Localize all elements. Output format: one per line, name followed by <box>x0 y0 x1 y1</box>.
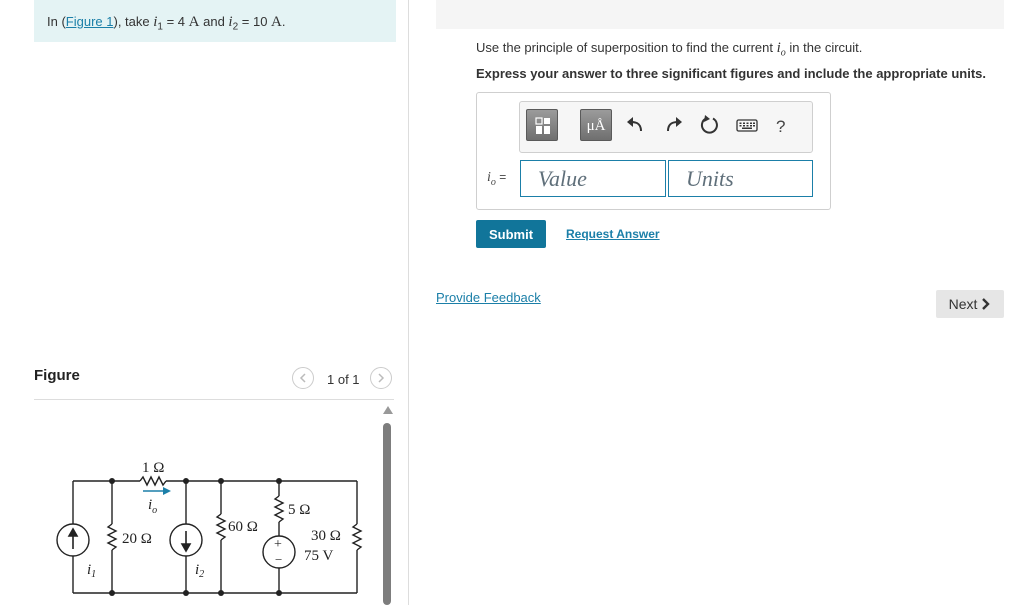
provide-feedback-link[interactable]: Provide Feedback <box>436 290 541 305</box>
chevron-right-icon <box>378 373 385 383</box>
help-button[interactable]: ? <box>776 117 785 137</box>
figure-divider <box>34 399 394 400</box>
problem-text-and: and <box>199 14 229 29</box>
answer-format-instruction: Express your answer to three significant… <box>476 66 986 81</box>
io-current-label: io <box>148 497 157 516</box>
scroll-up-arrow[interactable] <box>383 406 393 414</box>
i2-value: = 10 <box>238 14 272 29</box>
templates-button[interactable] <box>526 109 558 141</box>
voltage-source-label: 75 V <box>304 548 333 564</box>
circuit-diagram: 1 Ω io 20 Ω 60 Ω 5 Ω 30 Ω 75 V + − i1 i2 <box>56 460 363 596</box>
reset-icon[interactable] <box>698 113 722 137</box>
figure-scrollbar-thumb[interactable] <box>383 423 391 605</box>
next-button-label: Next <box>948 296 978 312</box>
value-input[interactable] <box>520 160 666 197</box>
part-instruction: Use the principle of superposition to fi… <box>476 40 862 59</box>
i1-source-label: i1 <box>87 562 96 580</box>
instruction-prefix: Use the principle of superposition to fi… <box>476 40 777 55</box>
figure-title: Figure <box>34 367 80 384</box>
voltage-minus-sign: − <box>275 552 282 567</box>
panel-divider <box>408 0 409 605</box>
keyboard-icon[interactable] <box>735 113 759 137</box>
problem-text-middle: ), take <box>113 14 154 29</box>
undo-icon[interactable] <box>623 113 647 137</box>
figure-next-button[interactable] <box>370 367 392 389</box>
figure-prev-button[interactable] <box>292 367 314 389</box>
request-answer-link[interactable]: Request Answer <box>566 227 660 241</box>
figure-1-link[interactable]: Figure 1 <box>66 14 114 29</box>
redo-icon[interactable] <box>662 113 686 137</box>
i2-source-label: i2 <box>195 562 204 580</box>
units-button[interactable]: μÅ <box>580 109 612 141</box>
i1-unit: A <box>188 14 200 30</box>
resistor-5-ohm-label: 5 Ω <box>288 502 310 518</box>
next-button[interactable]: Next <box>936 290 1004 318</box>
templates-icon <box>535 117 550 134</box>
figure-pager: 1 of 1 <box>327 372 360 387</box>
voltage-plus-sign: + <box>274 537 282 552</box>
part-header <box>436 0 1004 29</box>
problem-text-prefix: In ( <box>47 14 66 29</box>
i1-value: = 4 <box>162 14 189 29</box>
resistor-1-ohm-label: 1 Ω <box>142 460 164 476</box>
resistor-60-ohm-label: 60 Ω <box>228 519 258 535</box>
resistor-30-ohm-label: 30 Ω <box>311 528 341 544</box>
chevron-right-icon <box>982 298 991 310</box>
answer-label-equals: = <box>495 170 507 184</box>
i2-unit: A <box>271 14 282 30</box>
chevron-left-icon <box>299 373 306 383</box>
submit-button[interactable]: Submit <box>476 220 546 248</box>
instruction-suffix: in the circuit. <box>785 40 863 55</box>
answer-label: io = <box>487 170 506 188</box>
units-input[interactable] <box>668 160 813 197</box>
problem-text-period: . <box>281 14 286 29</box>
problem-statement: In (Figure 1), take i1 = 4 A and i2 = 10… <box>47 14 286 33</box>
resistor-20-ohm-label: 20 Ω <box>122 531 152 547</box>
